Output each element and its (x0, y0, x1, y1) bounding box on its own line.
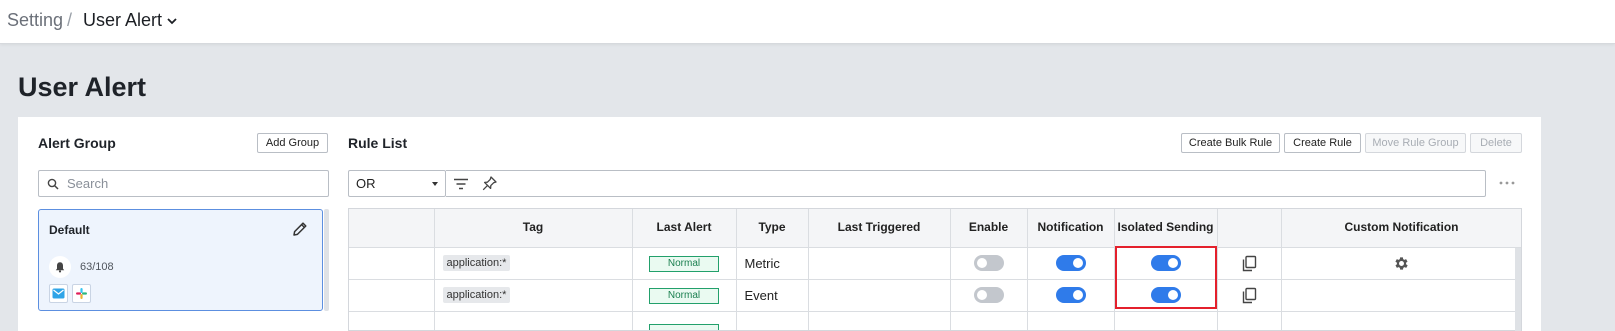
rule-table: Tag Last Alert Type Last Triggered Enabl… (348, 208, 1522, 331)
delete-button[interactable]: Delete (1470, 133, 1522, 153)
top-bar: Setting / User Alert (0, 0, 1615, 44)
notification-cell (1027, 279, 1115, 312)
enable-cell (950, 247, 1028, 280)
table-scrollbar[interactable] (1515, 248, 1521, 331)
column-header-notification[interactable]: Notification (1027, 209, 1115, 248)
last-triggered-cell (808, 247, 951, 280)
group-list-scrollbar[interactable] (324, 209, 329, 311)
tag-cell: application:* (434, 279, 633, 312)
column-header-last-alert[interactable]: Last Alert (632, 209, 737, 248)
notification-toggle[interactable] (1055, 255, 1086, 271)
copy-icon[interactable] (1241, 255, 1257, 272)
row-select-cell (349, 279, 435, 312)
page-title: User Alert (18, 72, 147, 102)
notification-cell (1027, 247, 1115, 280)
tag-cell: application:* (434, 247, 633, 280)
copy-icon[interactable] (1241, 287, 1257, 304)
enable-toggle[interactable] (973, 287, 1004, 303)
breadcrumb-separator: / (67, 10, 73, 30)
gear-icon[interactable] (1393, 255, 1410, 272)
group-search[interactable] (38, 170, 329, 197)
enable-cell (950, 279, 1028, 312)
enable-toggle[interactable] (973, 255, 1004, 271)
filter-bar[interactable] (446, 170, 1486, 197)
table-header-row: Tag Last Alert Type Last Triggered Enabl… (349, 209, 1521, 248)
search-icon (47, 178, 59, 190)
alert-group-title: Alert Group (38, 135, 116, 151)
isolated-sending-highlight (1115, 246, 1217, 309)
toggle-knob (976, 258, 987, 268)
move-rule-group-button[interactable]: Move Rule Group (1365, 133, 1466, 153)
last-alert-cell: Normal (632, 279, 737, 312)
more-icon[interactable] (1497, 175, 1517, 191)
copy-cell (1217, 247, 1282, 280)
column-header-copy (1217, 209, 1282, 248)
group-rule-count: 63/108 (80, 261, 114, 273)
row-select-cell (349, 247, 435, 280)
toggle-knob (1072, 290, 1083, 300)
isolated-sending-cell (1114, 311, 1218, 330)
type-cell: Event (736, 279, 809, 312)
status-badge: Normal (649, 255, 719, 272)
status-badge-partial (649, 323, 719, 330)
column-header-custom-notification[interactable]: Custom Notification (1281, 209, 1521, 248)
column-header-select (349, 209, 435, 248)
column-header-enable[interactable]: Enable (950, 209, 1028, 248)
column-header-tag[interactable]: Tag (434, 209, 633, 248)
create-rule-button[interactable]: Create Rule (1284, 133, 1361, 153)
main-panel: Alert Group Add Group Default 63/108 Rul… (18, 117, 1541, 331)
last-triggered-cell (808, 279, 951, 312)
operator-value: OR (356, 176, 376, 191)
group-name: Default (49, 223, 90, 237)
last-triggered-cell (808, 311, 951, 330)
notification-toggle[interactable] (1055, 287, 1086, 303)
operator-select[interactable]: OR (348, 170, 446, 197)
custom-notification-cell (1281, 311, 1521, 330)
rule-list-title: Rule List (348, 135, 408, 151)
breadcrumb-current-dropdown[interactable]: User Alert (83, 10, 178, 31)
last-alert-cell: Normal (632, 247, 737, 280)
column-header-isolated-sending[interactable]: Isolated Sending (1114, 209, 1218, 248)
table-row[interactable]: application:* Normal Event (349, 279, 1521, 312)
slack-icon (72, 284, 91, 303)
status-badge: Normal (649, 287, 719, 304)
toggle-knob (1072, 258, 1083, 268)
table-row[interactable]: application:* Normal Metric (349, 247, 1521, 280)
create-bulk-rule-button[interactable]: Create Bulk Rule (1181, 133, 1280, 153)
email-icon (49, 284, 68, 303)
row-select-cell (349, 311, 435, 330)
pin-icon[interactable] (481, 175, 498, 192)
tag-cell (434, 311, 633, 330)
bell-icon (49, 256, 71, 278)
column-header-type[interactable]: Type (736, 209, 809, 248)
breadcrumb-current-label: User Alert (83, 10, 163, 30)
notification-cell (1027, 311, 1115, 330)
filter-icon[interactable] (452, 175, 470, 193)
table-row[interactable] (349, 311, 1521, 330)
enable-cell (950, 311, 1028, 330)
type-cell: Metric (736, 247, 809, 280)
add-group-button[interactable]: Add Group (257, 133, 328, 153)
copy-cell (1217, 279, 1282, 312)
custom-notification-cell (1281, 247, 1521, 280)
chevron-down-icon (167, 17, 177, 24)
caret-down-icon (432, 182, 438, 186)
tag-chip: application:* (442, 255, 511, 271)
breadcrumb-setting[interactable]: Setting (7, 10, 63, 31)
toggle-knob (976, 290, 987, 300)
tag-chip: application:* (442, 287, 511, 303)
type-cell (736, 311, 809, 330)
custom-notification-cell (1281, 279, 1521, 312)
group-card-default[interactable]: Default 63/108 (38, 209, 323, 311)
last-alert-cell (632, 311, 737, 330)
column-header-last-triggered[interactable]: Last Triggered (808, 209, 951, 248)
pencil-icon[interactable] (291, 220, 309, 238)
search-input[interactable] (67, 176, 317, 191)
copy-cell (1217, 311, 1282, 330)
